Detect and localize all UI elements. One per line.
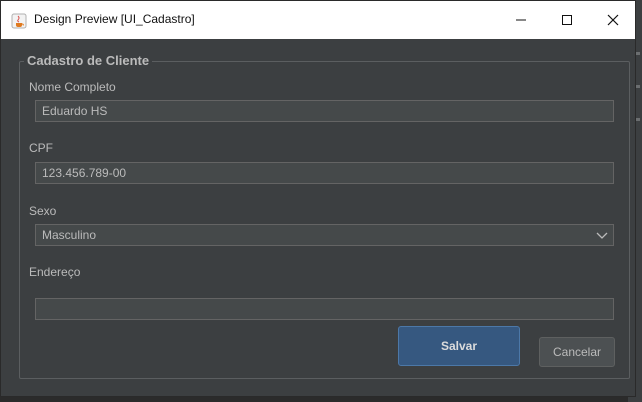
minimize-button[interactable]	[498, 1, 544, 39]
save-button[interactable]: Salvar	[398, 326, 520, 366]
name-input[interactable]: Eduardo HS	[35, 100, 614, 122]
group-title: Cadastro de Cliente	[24, 53, 153, 68]
address-input[interactable]	[35, 298, 614, 320]
sex-select[interactable]: Masculino	[35, 224, 614, 246]
form-panel: Cadastro de Cliente Nome Completo Eduard…	[5, 39, 631, 394]
name-label: Nome Completo	[29, 80, 116, 94]
cpf-label: CPF	[29, 141, 53, 155]
window-title: Design Preview [UI_Cadastro]	[34, 12, 195, 26]
maximize-icon	[562, 15, 572, 25]
sex-select-value: Masculino	[42, 228, 97, 242]
sex-label: Sexo	[29, 204, 57, 218]
address-label: Endereço	[29, 265, 81, 279]
close-button[interactable]	[590, 1, 636, 39]
cpf-input[interactable]: 123.456.789-00	[35, 162, 614, 184]
title-bar[interactable]: Design Preview [UI_Cadastro]	[1, 1, 635, 39]
maximize-button[interactable]	[544, 1, 590, 39]
java-icon	[11, 13, 27, 29]
close-icon	[607, 14, 619, 26]
cancel-button[interactable]: Cancelar	[539, 337, 615, 367]
minimize-icon	[516, 19, 526, 21]
dialog-window: Design Preview [UI_Cadastro] Cadastro de…	[0, 0, 636, 397]
chevron-down-icon	[596, 232, 608, 239]
